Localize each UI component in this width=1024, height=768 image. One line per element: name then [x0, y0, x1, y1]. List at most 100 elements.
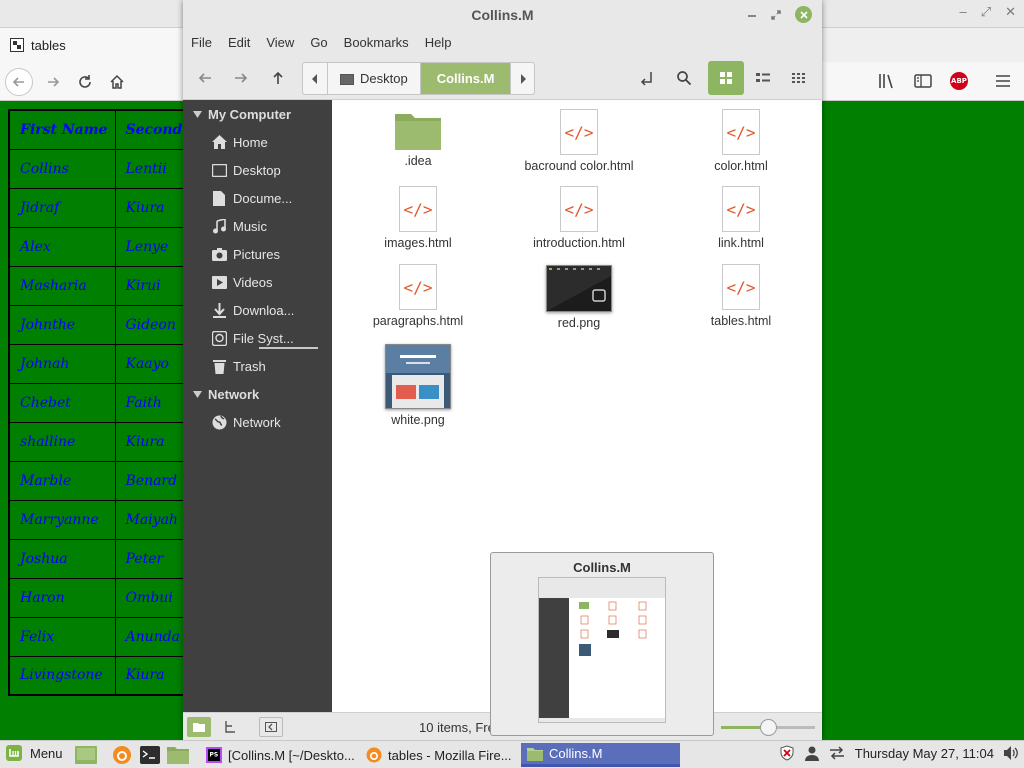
user-icon[interactable]: [804, 746, 819, 761]
hide-sidebar-button[interactable]: [259, 717, 283, 737]
first-name-cell: Felix: [8, 616, 116, 657]
menu-help[interactable]: Help: [425, 30, 460, 56]
volume-icon[interactable]: [1004, 746, 1018, 760]
html-file-icon: </>: [560, 186, 598, 232]
path-left-arrow-icon[interactable]: [303, 63, 327, 94]
task-collins-m[interactable]: Collins.M: [521, 743, 680, 767]
close-button[interactable]: ✕: [1005, 4, 1016, 20]
file-item-red-png[interactable]: red.png: [504, 265, 654, 330]
window-preview-popup[interactable]: Collins.M: [490, 552, 714, 736]
firefox-tab[interactable]: tables: [0, 28, 183, 62]
folder-icon: [395, 110, 441, 150]
sidebar-item-music[interactable]: Music: [211, 215, 329, 237]
sidebar-item-documents[interactable]: Docume...: [211, 187, 329, 209]
clock[interactable]: Thursday May 27, 11:04: [855, 746, 994, 761]
icon-view-button[interactable]: [708, 61, 744, 95]
start-menu-button[interactable]: Menu: [6, 745, 63, 761]
library-icon[interactable]: [874, 68, 900, 94]
reload-button[interactable]: [71, 68, 99, 96]
menu-bookmarks[interactable]: Bookmarks: [344, 30, 417, 56]
video-icon: [211, 274, 227, 290]
maximize-button[interactable]: [771, 9, 781, 20]
breadcrumb-collins-m[interactable]: Collins.M: [419, 63, 511, 94]
system-tray: Thursday May 27, 11:04: [779, 745, 1018, 761]
globe-icon: [211, 414, 227, 430]
my-computer-heading[interactable]: My Computer: [193, 107, 291, 122]
files-launcher-icon[interactable]: [167, 745, 189, 765]
show-desktop-icon[interactable]: [75, 745, 97, 765]
open-terminal-icon[interactable]: [632, 63, 662, 93]
file-item-images-html[interactable]: </> images.html: [343, 186, 493, 250]
zoom-slider-handle[interactable]: [760, 719, 777, 736]
places-sidebar: My Computer Home Desktop Docume... Music…: [183, 100, 332, 712]
sidebar-item-network[interactable]: Network: [211, 411, 329, 433]
network-heading[interactable]: Network: [193, 387, 259, 402]
table-row: shalline Kiura: [8, 421, 206, 462]
back-button[interactable]: [5, 68, 33, 96]
table-row: Alex Lenye: [8, 226, 206, 267]
menubar: File Edit View Go Bookmarks Help: [183, 30, 822, 56]
file-item-color-html[interactable]: </> color.html: [666, 109, 816, 173]
close-button[interactable]: [795, 6, 812, 23]
file-item-introduction-html[interactable]: </> introduction.html: [504, 186, 654, 250]
file-manager-toolbar: Desktop Collins.M: [183, 56, 822, 100]
menu-go[interactable]: Go: [310, 30, 335, 56]
minimize-button[interactable]: –: [959, 4, 966, 20]
up-button[interactable]: [263, 63, 293, 93]
folder-icon: [527, 747, 543, 761]
table-row: Collins Lentii: [8, 148, 206, 189]
forward-button[interactable]: [39, 68, 67, 96]
file-item-bacround-color-html[interactable]: </> bacround color.html: [504, 109, 654, 173]
sidebar-item-label: Downloa...: [233, 302, 295, 318]
task-firefox[interactable]: tables - Mozilla Fire...: [360, 743, 518, 767]
file-item-idea[interactable]: .idea: [343, 110, 493, 168]
file-item-paragraphs-html[interactable]: </> paragraphs.html: [343, 264, 493, 328]
breadcrumb-desktop[interactable]: Desktop: [327, 63, 420, 94]
table-row: Jidraf Kiura: [8, 187, 206, 228]
sidebar-item-label: Desktop: [233, 162, 281, 178]
forward-button[interactable]: [226, 63, 256, 93]
heading-label: My Computer: [208, 107, 292, 122]
file-item-white-png[interactable]: white.png: [343, 344, 493, 427]
sidebar-item-downloads[interactable]: Downloa...: [211, 299, 329, 321]
show-places-button[interactable]: [187, 717, 211, 737]
page-favicon-icon: [10, 38, 24, 52]
update-manager-icon[interactable]: [779, 745, 795, 761]
home-button[interactable]: [103, 68, 131, 96]
sidebar-item-trash[interactable]: Trash: [211, 355, 329, 377]
compact-view-button[interactable]: [784, 63, 814, 93]
sidebar-item-videos[interactable]: Videos: [211, 271, 329, 293]
file-item-link-html[interactable]: </> link.html: [666, 186, 816, 250]
first-name-cell: Johnah: [8, 343, 116, 384]
firefox-icon: [366, 747, 382, 763]
sidebar-item-home[interactable]: Home: [211, 131, 329, 153]
terminal-launcher-icon[interactable]: [139, 745, 161, 765]
firefox-launcher-icon[interactable]: [111, 745, 133, 765]
menu-edit[interactable]: Edit: [228, 30, 258, 56]
zoom-slider[interactable]: [721, 719, 815, 736]
back-button[interactable]: [190, 63, 220, 93]
sidebar-item-pictures[interactable]: Pictures: [211, 243, 329, 265]
adblock-plus-icon[interactable]: ABP: [946, 68, 972, 94]
phpstorm-icon: PS: [206, 747, 222, 763]
network-connection-icon[interactable]: [829, 746, 845, 760]
menu-view[interactable]: View: [266, 30, 302, 56]
menu-file[interactable]: File: [191, 30, 220, 56]
collapse-arrow-icon: [193, 111, 202, 118]
breadcrumb-label: Collins.M: [436, 71, 495, 86]
sidebar-item-file-system[interactable]: File Syst...: [211, 327, 329, 349]
show-treeview-button[interactable]: [218, 717, 242, 737]
menu-label: Menu: [30, 745, 63, 761]
list-view-button[interactable]: [748, 63, 778, 93]
sidebar-item-label: Home: [233, 134, 268, 150]
sidebar-icon[interactable]: [910, 68, 936, 94]
sidebar-item-desktop[interactable]: Desktop: [211, 159, 329, 181]
sidebar-item-label: Trash: [233, 358, 266, 374]
task-phpstorm[interactable]: PS [Collins.M [~/Deskto...: [200, 743, 358, 767]
search-icon[interactable]: [669, 63, 699, 93]
file-item-tables-html[interactable]: </> tables.html: [666, 264, 816, 328]
maximize-button[interactable]: ⤢: [981, 4, 991, 20]
hamburger-menu-icon[interactable]: [990, 68, 1016, 94]
minimize-button[interactable]: [747, 10, 757, 20]
path-right-arrow-icon[interactable]: [510, 63, 534, 94]
